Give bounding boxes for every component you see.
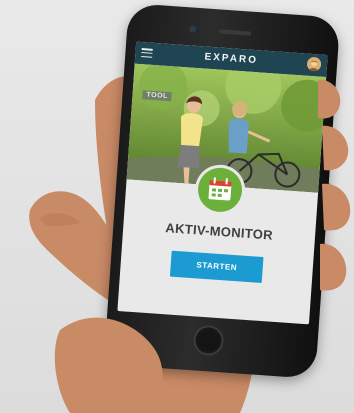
hand-fingers-front	[54, 79, 351, 413]
